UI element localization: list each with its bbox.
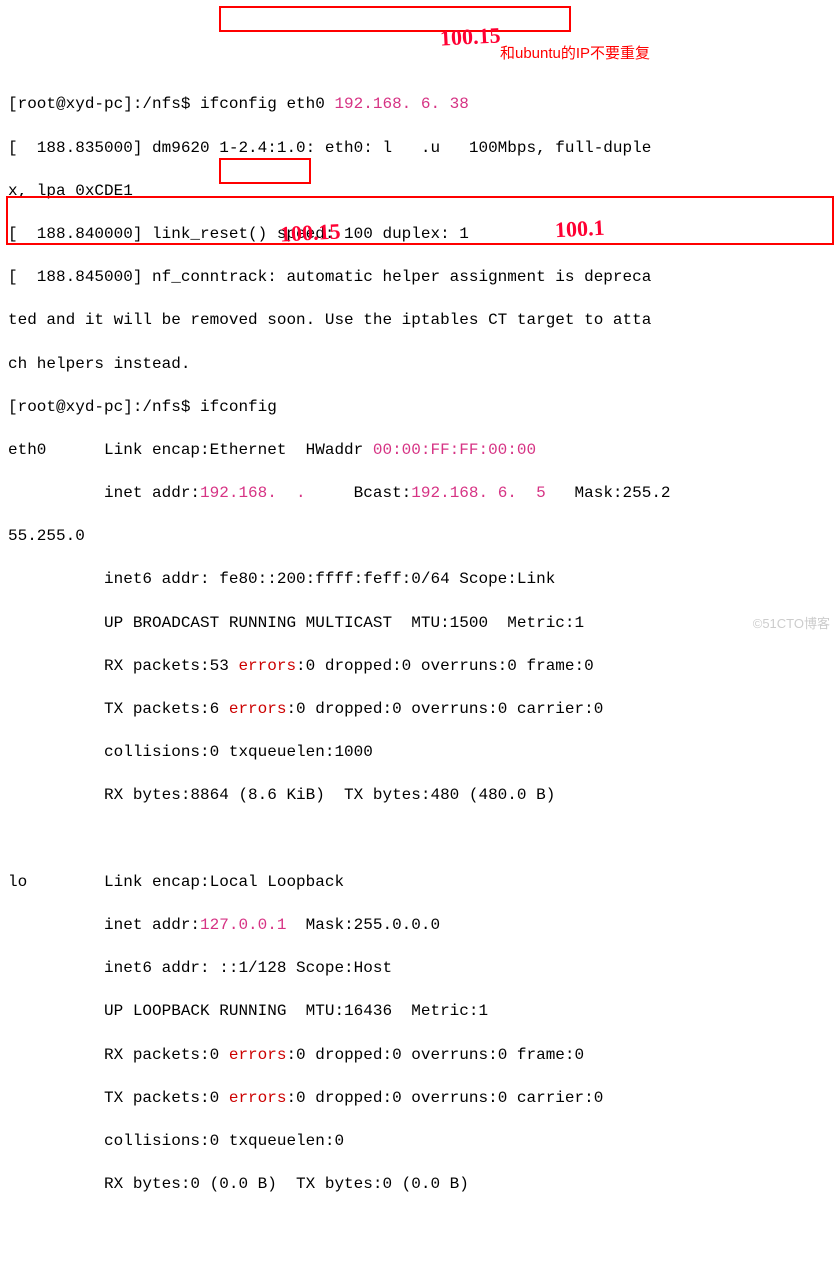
handwritten-1: 100.15 <box>439 20 501 53</box>
errors-label: errors <box>229 1046 287 1064</box>
lo-line-5: RX packets:0 errors:0 dropped:0 overruns… <box>8 1045 830 1067</box>
lo-line-6: TX packets:0 errors:0 dropped:0 overruns… <box>8 1088 830 1110</box>
lo-line-2: inet addr:127.0.0.1 Mask:255.0.0.0 <box>8 915 830 937</box>
eth0-bcast: 192.168. 6. 5 <box>411 484 545 502</box>
terminal-line-2: [ 188.835000] dm9620 1-2.4:1.0: eth0: l … <box>8 138 830 160</box>
eth0-line-8: RX bytes:8864 (8.6 KiB) TX bytes:480 (48… <box>8 785 830 807</box>
terminal-line-5: [root@xyd-pc]:/nfs$ ifconfig <box>8 397 830 419</box>
eth0-line-2: inet addr:192.168. . Bcast:192.168. 6. 5… <box>8 483 830 505</box>
eth0-line-3: inet6 addr: fe80::200:ffff:feff:0/64 Sco… <box>8 569 830 591</box>
blank-1 <box>8 829 830 851</box>
eth0-line-4: UP BROADCAST RUNNING MULTICAST MTU:1500 … <box>8 613 830 635</box>
lo-line-4: UP LOOPBACK RUNNING MTU:16436 Metric:1 <box>8 1001 830 1023</box>
terminal-line-2b: x, lpa 0xCDE1 <box>8 181 830 203</box>
terminal-line-4a: [ 188.845000] nf_conntrack: automatic he… <box>8 267 830 289</box>
terminal-line-3: [ 188.840000] link_reset() speed: 100 du… <box>8 224 830 246</box>
eth0-line-1: eth0 Link encap:Ethernet HWaddr 00:00:FF… <box>8 440 830 462</box>
terminal-line-1: [root@xyd-pc]:/nfs$ ifconfig eth0 192.16… <box>8 94 830 116</box>
lo-line-3: inet6 addr: ::1/128 Scope:Host <box>8 958 830 980</box>
annotation-cn: 和ubuntu的IP不要重复 <box>500 44 650 64</box>
handwritten-3: 100.1 <box>554 213 605 245</box>
eth0-line-5: RX packets:53 errors:0 dropped:0 overrun… <box>8 656 830 678</box>
errors-label: errors <box>229 700 287 718</box>
watermark: ©51CTO博客 <box>753 615 830 633</box>
eth0-line-2d: 55.255.0 <box>8 526 830 548</box>
handwritten-2: 100.15 <box>279 216 341 249</box>
lo-line-7: collisions:0 txqueuelen:0 <box>8 1131 830 1153</box>
hwaddr: 00:00:FF:FF:00:00 <box>373 441 536 459</box>
errors-label: errors <box>229 1089 287 1107</box>
ip-arg: 192.168. 6. 38 <box>334 95 468 113</box>
lo-line-8: RX bytes:0 (0.0 B) TX bytes:0 (0.0 B) <box>8 1174 830 1196</box>
eth0-line-7: collisions:0 txqueuelen:1000 <box>8 742 830 764</box>
lo-inet: 127.0.0.1 <box>200 916 286 934</box>
eth0-inet: 192.168. . <box>200 484 325 502</box>
lo-line-1: lo Link encap:Local Loopback <box>8 872 830 894</box>
terminal-line-4c: ch helpers instead. <box>8 354 830 376</box>
highlight-box-cmd1 <box>219 6 571 32</box>
eth0-line-6: TX packets:6 errors:0 dropped:0 overruns… <box>8 699 830 721</box>
errors-label: errors <box>238 657 296 675</box>
terminal-line-4b: ted and it will be removed soon. Use the… <box>8 310 830 332</box>
